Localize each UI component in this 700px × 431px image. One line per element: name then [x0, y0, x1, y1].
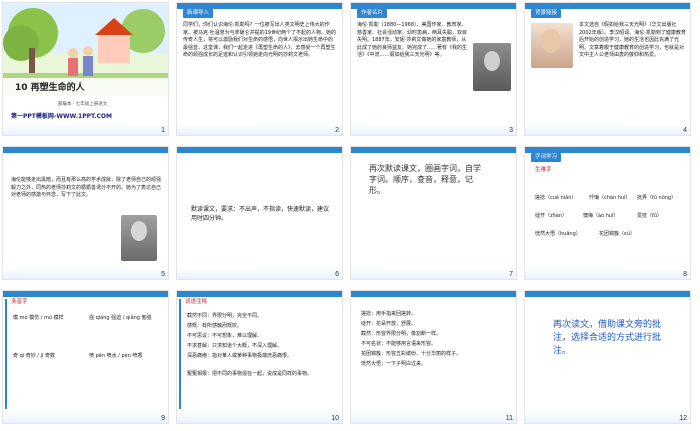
slide-number: 2 — [335, 127, 339, 134]
polyphone-group: 模 mó 模仿 / mú 模样 — [13, 315, 64, 321]
slide-body: 再次默读课文，圈画字词，自学字词。顺序，查音，释意，记形。 — [369, 164, 481, 195]
slide-body: 海伦能够走出黑暗，而且有那么高的学术成就，除了老师自己的顽强毅力之外，同热的老师… — [11, 177, 162, 198]
slide-number: 9 — [161, 415, 165, 422]
word-item: 绽开（zhàn） — [535, 213, 568, 219]
slide-thumbnail-4[interactable]: 背景链接 本文选自《假如给我三天光明》（华文出版社2002年版）。李汉昭译。海伦… — [524, 2, 691, 136]
book-cover-image — [531, 23, 573, 68]
section-heading: 词语注释 — [185, 299, 208, 305]
word-item: 搓捻（cuō niǎn） — [535, 195, 577, 201]
slide-body: 再次读文，借助课文旁的批注，选择合适的方式进行批注。 — [553, 320, 662, 356]
definition-line: 不可名状：不能够用言语来形容。 — [361, 341, 437, 347]
slide-thumbnail-8[interactable]: 字词学习 生难字 搓捻（cuō niǎn） 忏悔（chàn huǐ） 抚弄（fǔ… — [524, 146, 691, 280]
word-item: 花团锦簇（cù） — [599, 231, 635, 237]
slide-thumbnail-1[interactable]: 10 再塑生命的人 部编本 · 七年级上册语文 第一PPT模板网-WWW.1PP… — [2, 2, 169, 136]
slide-number: 10 — [331, 415, 339, 422]
definition-line: 冤冤相报：把不同的事物混在一起，说成是同样的事物。 — [187, 371, 313, 377]
section-heading: 多音字 — [11, 299, 28, 305]
definition-line: 深恶痛绝：指对某人或某种事物极端厌恶痛恨。 — [187, 353, 293, 359]
portrait-image — [121, 215, 157, 261]
word-item: 恍然大悟（huǎng） — [535, 231, 581, 237]
definition-line: 不求甚解：只求知道个大概，不深入理解。 — [187, 343, 283, 349]
word-item: 爱抚（fǔ） — [637, 213, 662, 219]
slide-thumbnail-10[interactable]: 词语注释 截然不同：界限分明，完全不同。 感慨：有所感触而慨叹。 不可思议：不可… — [176, 290, 343, 424]
portrait-image — [473, 43, 511, 91]
polyphone-group: 喷 pēn 喷水 / pèn 喷香 — [89, 353, 143, 359]
section-badge: 作者名片 — [357, 9, 388, 18]
slide-footer: 第一PPT模板网-WWW.1PPT.COM — [11, 113, 112, 120]
slide-thumbnail-6[interactable]: 默读课文，要求：不出声，不指读，快速默读，建议用时四分钟。 6 — [176, 146, 343, 280]
definition-line: 花团锦簇：形容五彩缤纷、十分华丽的样子。 — [361, 351, 462, 357]
polyphone-group: 奇 qí 奇妙 / jī 奇数 — [13, 353, 55, 359]
definition-line: 截然：形容界限分明，像割断一样。 — [361, 331, 442, 337]
slide-number: 8 — [683, 271, 687, 278]
slide-number: 5 — [161, 271, 165, 278]
slide-subtitle: 部编本 · 七年级上册语文 — [58, 102, 108, 107]
section-heading: 生难字 — [535, 167, 552, 173]
section-badge: 新课导入 — [183, 9, 214, 18]
slide-number: 7 — [509, 271, 513, 278]
slide-thumbnail-7[interactable]: 再次默读课文，圈画字词，自学字词。顺序，查音，释意，记形。 7 — [350, 146, 517, 280]
slide-body: 同学们，你们认识海伦·凯勒吗？一位被写出人类文明史上伟大的作家。被马克·吐温誉为… — [183, 22, 336, 58]
slide-number: 6 — [335, 271, 339, 278]
slide-number: 3 — [509, 127, 513, 134]
slide-body: 默读课文，要求：不出声，不指读，快速默读，建议用时四分钟。 — [191, 206, 330, 222]
slide-number: 1 — [161, 127, 165, 134]
slide-title: 10 再塑生命的人 — [15, 83, 85, 93]
definition-line: 感慨：有所感触而慨叹。 — [187, 323, 243, 329]
section-badge: 字词学习 — [531, 153, 562, 162]
slide-number: 4 — [683, 127, 687, 134]
slide-body: 本文选自《假如给我三天光明》（华文出版社2002年版）。李汉昭译。海伦·凯勒到了… — [579, 22, 686, 58]
section-badge: 背景链接 — [531, 9, 562, 18]
word-item: 懊悔（ào huǐ） — [583, 213, 619, 219]
slide-number: 11 — [505, 415, 513, 422]
slide-thumbnail-9[interactable]: 多音字 模 mó 模仿 / mú 模样 强 qiáng 强迫 / qiǎng 勉… — [2, 290, 169, 424]
polyphone-group: 强 qiáng 强迫 / qiǎng 勉强 — [89, 315, 152, 321]
slide-thumbnail-5[interactable]: 海伦能够走出黑暗，而且有那么高的学术成就，除了老师自己的顽强毅力之外，同热的老师… — [2, 146, 169, 280]
definition-line: 截然不同：界限分明，完全不同。 — [187, 313, 263, 319]
definition-line: 搓捻：用手指来回搓转。 — [361, 311, 417, 317]
word-item: 忏悔（chàn huǐ） — [589, 195, 631, 201]
slide-thumbnail-3[interactable]: 作者名片 海伦·凯勒（1880—1968），美国作家、教育家、慈善家、社会活动家… — [350, 2, 517, 136]
slide-thumbnail-2[interactable]: 新课导入 同学们，你们认识海伦·凯勒吗？一位被写出人类文明史上伟大的作家。被马克… — [176, 2, 343, 136]
slide-thumbnail-11[interactable]: 搓捻：用手指来回搓转。 绽开：花朵开放，舒展。 截然：形容界限分明，像割断一样。… — [350, 290, 517, 424]
slide-thumbnail-12[interactable]: 再次读文，借助课文旁的批注，选择合适的方式进行批注。 12 — [524, 290, 691, 424]
slide-number: 12 — [679, 415, 687, 422]
definition-line: 恍然大悟：一下子明白过来。 — [361, 361, 427, 367]
definition-line: 绽开：花朵开放，舒展。 — [361, 321, 417, 327]
slide-body: 海伦·凯勒（1880—1968），美国作家、教育家、慈善家、社会活动家。幼时患病… — [357, 22, 468, 58]
definition-line: 不可思议：不可想象，难以理解。 — [187, 333, 263, 339]
word-item: 抚弄（fǔ nòng） — [637, 195, 677, 201]
